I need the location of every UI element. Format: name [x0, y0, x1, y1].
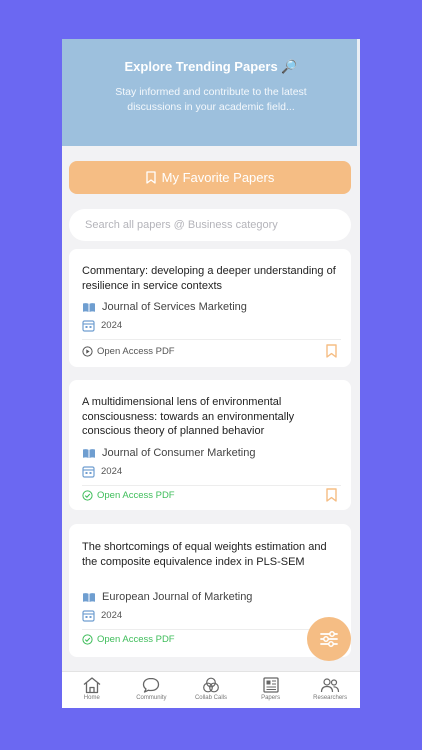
paper-title: The shortcomings of equal weights estima… [82, 541, 327, 568]
publication-year: 2024 [101, 610, 123, 621]
book-icon [83, 448, 95, 458]
book-icon [83, 592, 95, 602]
year-row: 2024 [82, 319, 122, 332]
collab-icon [203, 677, 219, 693]
calendar-icon [82, 466, 95, 478]
journal-name: Journal of Consumer Marketing [102, 447, 256, 459]
check-circle-icon [82, 490, 93, 501]
journal-row: European Journal of Marketing [82, 591, 252, 603]
header-banner: Explore Trending Papers 🔎 Stay informed … [62, 39, 360, 146]
tab-papers[interactable]: Papers [241, 672, 301, 708]
tab-label: Papers [261, 695, 281, 701]
bottom-tab-bar: Home Community Collab Calls Papers Resea… [62, 671, 360, 708]
open-access-link[interactable]: Open Access PDF [82, 490, 175, 501]
tab-community[interactable]: Community [122, 672, 182, 708]
home-icon [83, 677, 101, 694]
journal-name: Journal of Services Marketing [102, 301, 247, 313]
chat-icon [143, 677, 160, 693]
card-divider [82, 485, 341, 486]
book-icon [83, 302, 95, 312]
play-circle-icon [82, 346, 93, 357]
tab-collab-calls[interactable]: Collab Calls [181, 672, 241, 708]
open-access-label: Open Access PDF [97, 346, 175, 357]
tab-label: Researchers [313, 695, 348, 701]
search-input[interactable] [83, 218, 337, 232]
publication-year: 2024 [101, 320, 123, 331]
calendar-icon [82, 320, 95, 332]
search-bar[interactable] [69, 209, 351, 241]
magnifier-icon: 🔎 [281, 59, 298, 74]
year-row: 2024 [82, 609, 122, 622]
tab-home[interactable]: Home [62, 672, 122, 708]
my-favorite-papers-label: My Favorite Papers [161, 170, 275, 185]
calendar-icon [82, 610, 95, 622]
tab-label: Home [83, 695, 100, 701]
my-favorite-papers-button[interactable]: My Favorite Papers [69, 161, 351, 194]
check-circle-icon [82, 634, 93, 645]
paper-card[interactable]: Commentary: developing a deeper understa… [69, 249, 351, 367]
publication-year: 2024 [101, 466, 123, 477]
journal-name: European Journal of Marketing [102, 591, 253, 603]
page-title: Explore Trending Papers 🔎 [62, 59, 360, 75]
app-screen: Explore Trending Papers 🔎 Stay informed … [62, 39, 360, 708]
paper-title: Commentary: developing a deeper understa… [82, 265, 336, 292]
card-divider [82, 629, 341, 630]
open-access-label: Open Access PDF [97, 634, 175, 645]
journal-row: Journal of Services Marketing [82, 301, 247, 313]
paper-title: A multidimensional lens of environmental… [82, 396, 295, 437]
year-row: 2024 [82, 465, 122, 478]
people-icon [321, 678, 340, 693]
bookmark-icon [145, 171, 156, 184]
newspaper-icon [262, 677, 279, 693]
page-title-text: Explore Trending Papers [124, 59, 278, 74]
tab-label: Community [136, 695, 167, 701]
open-access-link[interactable]: Open Access PDF [82, 346, 175, 357]
sliders-icon [320, 631, 338, 647]
paper-card[interactable]: A multidimensional lens of environmental… [69, 380, 351, 510]
tab-label: Collab Calls [194, 695, 227, 701]
journal-row: Journal of Consumer Marketing [82, 447, 255, 459]
tab-researchers[interactable]: Researchers [300, 672, 360, 708]
card-divider [82, 339, 341, 340]
scrollbar[interactable] [357, 39, 360, 146]
open-access-link[interactable]: Open Access PDF [82, 634, 175, 645]
bookmark-icon[interactable] [326, 344, 337, 358]
open-access-label: Open Access PDF [97, 490, 175, 501]
bookmark-icon[interactable] [326, 488, 337, 502]
page-subtitle: Stay informed and contribute to the late… [115, 86, 307, 113]
filter-fab-button[interactable] [307, 617, 351, 661]
